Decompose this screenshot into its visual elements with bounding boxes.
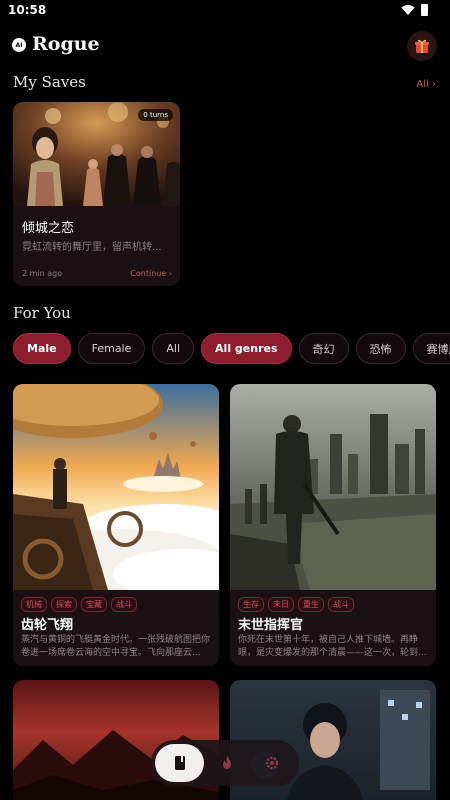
status-bar: 10:58 [0, 0, 450, 22]
story-title: 末世指挥官 [238, 618, 304, 633]
filter-chip-all[interactable]: All [152, 333, 195, 364]
save-card[interactable]: 0 turns 倾城之恋 霓虹流转的舞厅里，留声机转... 2 min ago … [13, 102, 180, 286]
nav-settings-button[interactable] [250, 744, 295, 782]
tag-list: 机械 探索 宝藏 战斗 [21, 597, 137, 612]
tag: 战斗 [328, 597, 354, 612]
story-description: 你死在末世第十年，被自己人推下城墙。再睁眼，是灾变爆发的那个清晨——这一次，轮到… [238, 635, 427, 658]
tag: 探索 [51, 597, 77, 612]
filter-chip-cyberpunk[interactable]: 赛博朋克 [412, 333, 450, 364]
tag: 宝藏 [81, 597, 107, 612]
save-timestamp: 2 min ago [22, 269, 63, 278]
story-title: 齿轮飞翔 [21, 618, 74, 633]
battery-icon [421, 4, 428, 16]
wifi-icon [401, 5, 415, 15]
filter-chip-fantasy[interactable]: 奇幻 [298, 333, 349, 364]
status-icons [401, 4, 428, 16]
story-cover-image [230, 384, 436, 590]
filter-chip-female[interactable]: Female [77, 333, 146, 364]
tag: 机械 [21, 597, 47, 612]
nav-library-button[interactable] [155, 744, 205, 782]
bottom-nav [151, 740, 299, 786]
continue-button[interactable]: Continue › [130, 269, 172, 278]
turns-badge: 0 turns [138, 109, 173, 121]
tag: 生存 [238, 597, 264, 612]
tag: 战斗 [111, 597, 137, 612]
story-cover-image [13, 384, 219, 590]
status-time: 10:58 [8, 3, 47, 17]
flame-icon [222, 756, 231, 769]
app-logo: AI [12, 38, 26, 52]
saves-all-link[interactable]: All › [416, 79, 436, 90]
story-card[interactable]: 生存 末日 重生 战斗 末世指挥官 你死在末世第十年，被自己人推下城墙。再睁眼，… [230, 384, 436, 666]
gift-icon [415, 39, 429, 53]
gear-icon [266, 756, 279, 770]
save-description: 霓虹流转的舞厅里，留声机转... [22, 242, 162, 253]
filter-chip-horror[interactable]: 恐怖 [355, 333, 406, 364]
for-you-heading: For You [13, 304, 71, 322]
app-title: Rogue [32, 33, 100, 55]
tag-list: 生存 末日 重生 战斗 [238, 597, 354, 612]
filter-chip-row: Male Female All All genres 奇幻 恐怖 赛博朋克 [13, 333, 450, 365]
tag: 末日 [268, 597, 294, 612]
story-description: 蒸汽与黄铜的飞艇黄金时代。一张残破航图把你卷进一场席卷云海的空中寻宝。飞向那座云… [21, 635, 211, 658]
nav-trending-button[interactable] [204, 744, 249, 782]
my-saves-heading: My Saves [13, 73, 86, 91]
app-header: AI Rogue [0, 28, 450, 68]
save-title: 倾城之恋 [22, 221, 75, 236]
filter-chip-all-genres[interactable]: All genres [201, 333, 292, 364]
tag: 重生 [298, 597, 324, 612]
filter-chip-male[interactable]: Male [13, 333, 71, 364]
story-card[interactable]: 机械 探索 宝藏 战斗 齿轮飞翔 蒸汽与黄铜的飞艇黄金时代。一张残破航图把你卷进… [13, 384, 219, 666]
gift-button[interactable] [407, 31, 437, 61]
book-icon [174, 756, 185, 770]
